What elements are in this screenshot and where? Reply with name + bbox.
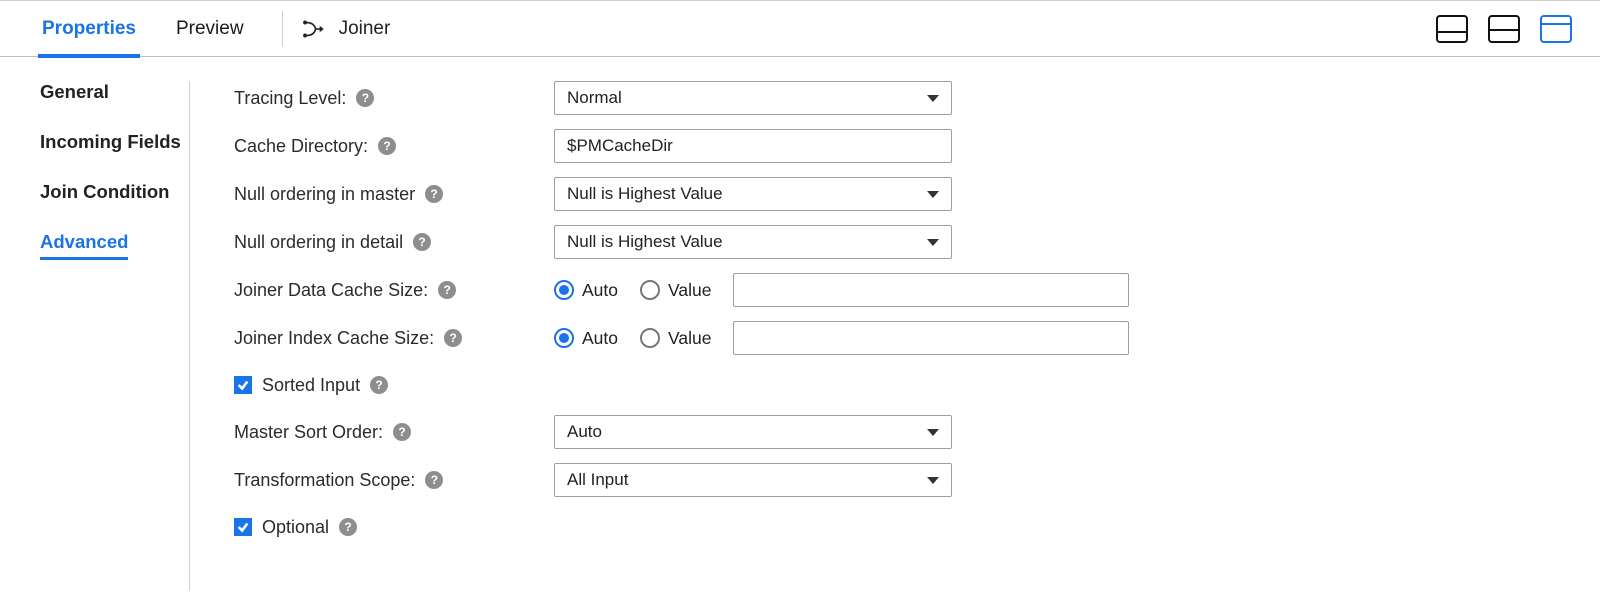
row-master-sort-order: Master Sort Order: ? Auto [234,415,1560,449]
joiner-icon [301,16,327,42]
radio-label: Auto [582,280,618,301]
row-sorted-input: Sorted Input ? [234,369,1560,401]
row-null-ordering-master: Null ordering in master ? Null is Highes… [234,177,1560,211]
radio-data-cache-auto[interactable]: Auto [554,280,618,301]
panel-header: Properties Preview Joiner [0,1,1600,57]
properties-panel: Properties Preview Joiner [0,0,1600,591]
radio-dot-icon [640,328,660,348]
select-null-ordering-detail[interactable]: Null is Highest Value [554,225,952,259]
label-master-sort-order: Master Sort Order: [234,422,383,443]
help-icon[interactable]: ? [425,471,443,489]
input-data-cache-value[interactable] [733,273,1129,307]
help-icon[interactable]: ? [378,137,396,155]
layout-bottom-panel-button[interactable] [1436,15,1468,43]
advanced-form: Tracing Level: ? Normal Cache Directory:… [190,81,1600,591]
radio-dot-icon [640,280,660,300]
row-joiner-data-cache: Joiner Data Cache Size: ? Auto Value [234,273,1560,307]
label-transformation-scope: Transformation Scope: [234,470,415,491]
help-icon[interactable]: ? [425,185,443,203]
select-transformation-scope-value: All Input [567,470,628,490]
sidebar-item-general[interactable]: General [40,81,109,103]
transformation-title: Joiner [301,16,391,42]
check-icon [236,520,250,534]
chevron-down-icon [927,429,939,436]
section-sidebar: General Incoming Fields Join Condition A… [0,81,190,591]
sidebar-item-advanced[interactable]: Advanced [40,231,128,260]
radio-index-cache-value[interactable]: Value [640,328,711,349]
sidebar-item-label: General [40,81,109,102]
row-transformation-scope: Transformation Scope: ? All Input [234,463,1560,497]
sidebar-item-label: Incoming Fields [40,131,181,152]
layout-maximize-button[interactable] [1540,15,1572,43]
select-master-sort-order-value: Auto [567,422,602,442]
tab-properties[interactable]: Properties [40,1,138,57]
select-null-ordering-master-value: Null is Highest Value [567,184,723,204]
label-optional: Optional [262,517,329,538]
layout-controls [1436,15,1572,43]
help-icon[interactable]: ? [339,518,357,536]
help-icon[interactable]: ? [413,233,431,251]
row-optional: Optional ? [234,511,1560,543]
select-transformation-scope[interactable]: All Input [554,463,952,497]
sidebar-item-label: Join Condition [40,181,169,202]
radio-index-cache-auto[interactable]: Auto [554,328,618,349]
select-null-ordering-detail-value: Null is Highest Value [567,232,723,252]
select-master-sort-order[interactable]: Auto [554,415,952,449]
sidebar-item-join-condition[interactable]: Join Condition [40,181,169,203]
label-joiner-index-cache: Joiner Index Cache Size: [234,328,434,349]
tab-preview-label: Preview [176,18,244,40]
radio-data-cache-value[interactable]: Value [640,280,711,301]
radio-dot-icon [554,280,574,300]
chevron-down-icon [927,95,939,102]
radio-label: Auto [582,328,618,349]
help-icon[interactable]: ? [370,376,388,394]
label-tracing-level: Tracing Level: [234,88,346,109]
sidebar-item-label: Advanced [40,231,128,260]
transformation-name: Joiner [339,18,391,40]
input-index-cache-value[interactable] [733,321,1129,355]
row-joiner-index-cache: Joiner Index Cache Size: ? Auto Value [234,321,1560,355]
radio-label: Value [668,280,711,301]
label-joiner-data-cache: Joiner Data Cache Size: [234,280,428,301]
chevron-down-icon [927,477,939,484]
select-null-ordering-master[interactable]: Null is Highest Value [554,177,952,211]
tab-preview[interactable]: Preview [174,1,246,57]
help-icon[interactable]: ? [356,89,374,107]
help-icon[interactable]: ? [393,423,411,441]
panel-body: General Incoming Fields Join Condition A… [0,57,1600,591]
chevron-down-icon [927,191,939,198]
checkbox-sorted-input[interactable] [234,376,252,394]
select-tracing-level-value: Normal [567,88,622,108]
help-icon[interactable]: ? [438,281,456,299]
row-cache-directory: Cache Directory: ? [234,129,1560,163]
label-sorted-input: Sorted Input [262,375,360,396]
layout-split-half-button[interactable] [1488,15,1520,43]
label-null-ordering-master: Null ordering in master [234,184,415,205]
radio-label: Value [668,328,711,349]
chevron-down-icon [927,239,939,246]
label-cache-directory: Cache Directory: [234,136,368,157]
row-tracing-level: Tracing Level: ? Normal [234,81,1560,115]
help-icon[interactable]: ? [444,329,462,347]
row-null-ordering-detail: Null ordering in detail ? Null is Highes… [234,225,1560,259]
checkbox-optional[interactable] [234,518,252,536]
sidebar-item-incoming-fields[interactable]: Incoming Fields [40,131,181,153]
header-divider [282,11,283,47]
tab-properties-label: Properties [42,18,136,40]
select-tracing-level[interactable]: Normal [554,81,952,115]
input-cache-directory[interactable] [554,129,952,163]
check-icon [236,378,250,392]
label-null-ordering-detail: Null ordering in detail [234,232,403,253]
radio-dot-icon [554,328,574,348]
